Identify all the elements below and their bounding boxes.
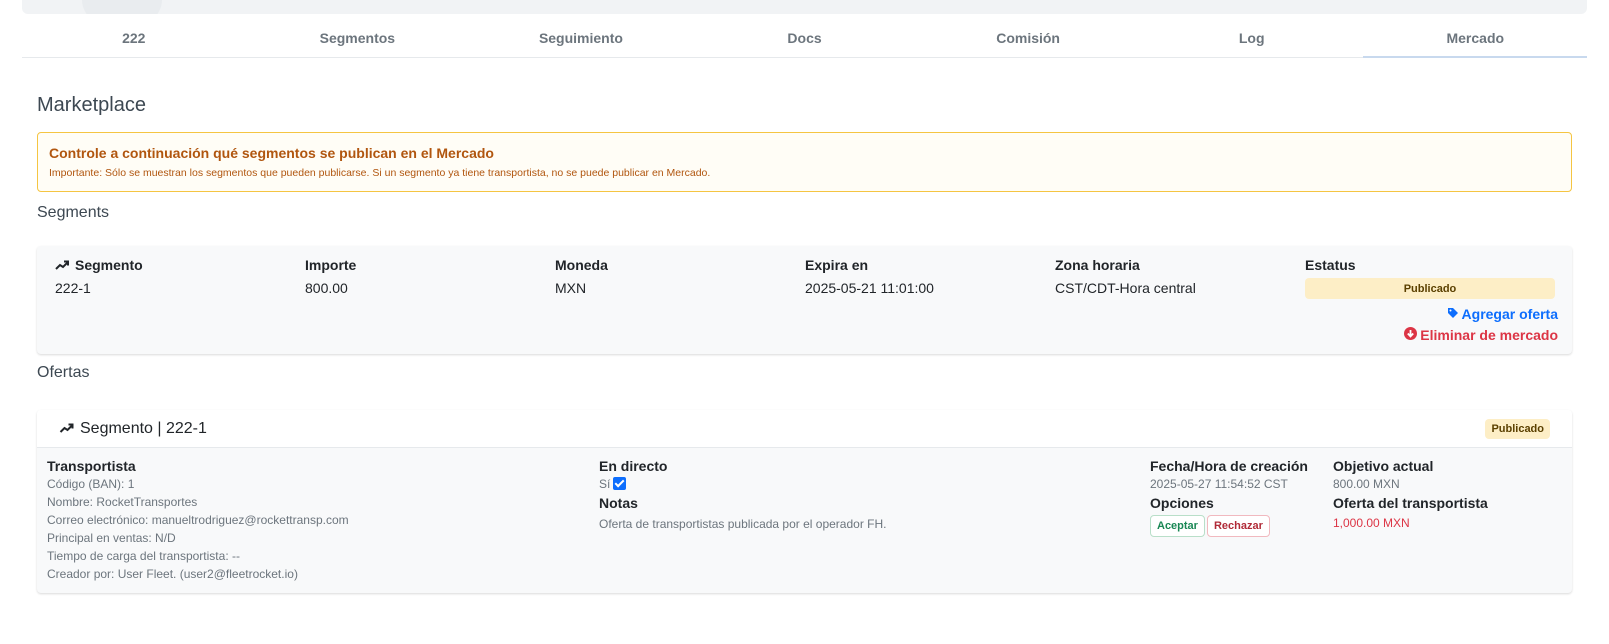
en-directo-block: En directo Sí Notas Oferta de transporti… (599, 458, 886, 533)
fecha-block: Fecha/Hora de creación 2025-05-27 11:54:… (1150, 458, 1308, 537)
moneda-value: MXN (555, 280, 587, 296)
zona-header: Zona horaria (1055, 257, 1140, 273)
transportista-block: Transportista Código (BAN): 1 Nombre: Ro… (47, 458, 349, 583)
objetivo-label: Objetivo actual (1333, 458, 1434, 474)
moneda-header: Moneda (555, 257, 608, 273)
status-badge: Publicado (1305, 278, 1555, 299)
segmento-column: Segmento 222-1 (55, 256, 305, 299)
tab-bar: 222 Segmentos Seguimiento Docs Comisión … (22, 24, 1587, 58)
segmento-header-label: Segmento (75, 257, 143, 273)
tab-comision[interactable]: Comisión (916, 24, 1140, 57)
expira-header: Expira en (805, 257, 869, 273)
tab-mercado[interactable]: Mercado (1363, 24, 1587, 58)
oferta-value: 1,000.00 MXN (1333, 516, 1410, 530)
carrier-load-time: Tiempo de carga del transportista: -- (47, 549, 240, 563)
segmento-header: Segmento (55, 256, 305, 274)
offer-card: Segmento | 222-1 Publicado Transportista… (37, 410, 1572, 593)
tab-docs[interactable]: Docs (693, 24, 917, 57)
importe-value: 800.00 (305, 280, 348, 296)
segments-card: Segmento 222-1 Importe 800.00 Moneda MXN… (37, 246, 1572, 354)
en-directo-value: Sí (599, 475, 886, 493)
tab-segmentos[interactable]: Segmentos (246, 24, 470, 57)
en-directo-text: Sí (599, 477, 611, 491)
zona-column: Zona horaria CST/CDT-Hora central (1055, 256, 1305, 299)
carrier-name: Nombre: RocketTransportes (47, 495, 198, 509)
notas-label: Notas (599, 495, 638, 511)
remove-from-market-label: Eliminar de mercado (1420, 327, 1558, 343)
trending-up-icon (59, 420, 74, 438)
accept-button[interactable]: Aceptar (1150, 515, 1205, 537)
carrier-email: Correo electrónico: manueltrodriguez@roc… (47, 513, 349, 527)
remove-from-market-link[interactable]: Eliminar de mercado (1404, 327, 1558, 343)
tab-seguimiento[interactable]: Seguimiento (469, 24, 693, 57)
zona-value: CST/CDT-Hora central (1055, 280, 1196, 296)
offer-card-title-text: Segmento | 222-1 (80, 419, 207, 437)
tag-icon (1447, 306, 1459, 322)
segments-table: Segmento 222-1 Importe 800.00 Moneda MXN… (55, 256, 1555, 299)
arrow-circle-down-icon (1404, 327, 1418, 343)
tab-trip[interactable]: 222 (22, 24, 246, 57)
segments-section-label: Segments (37, 204, 110, 221)
fecha-value: 2025-05-27 11:54:52 CST (1150, 477, 1288, 491)
carrier-code: Código (BAN): 1 (47, 477, 135, 491)
alert-title: Controle a continuación qué segmentos se… (49, 145, 494, 161)
offers-section-label: Ofertas (37, 364, 90, 381)
offer-status-badge: Publicado (1485, 418, 1550, 439)
add-offer-label: Agregar oferta (1461, 306, 1558, 322)
tab-log[interactable]: Log (1140, 24, 1364, 57)
carrier-sales-lead: Principal en ventas: N/D (47, 531, 176, 545)
page-title: Marketplace (37, 94, 146, 116)
expira-column: Expira en 2025-05-21 11:01:00 (805, 256, 1055, 299)
importe-column: Importe 800.00 (305, 256, 555, 299)
checkbox-checked-icon[interactable] (613, 477, 627, 490)
objetivo-block: Objetivo actual 800.00 MXN Oferta del tr… (1333, 458, 1488, 532)
moneda-column: Moneda MXN (555, 256, 805, 299)
objetivo-value: 800.00 MXN (1333, 477, 1400, 491)
en-directo-label: En directo (599, 458, 668, 474)
decorative-shape (82, 0, 162, 14)
expira-value: 2025-05-21 11:01:00 (805, 280, 934, 296)
carrier-created-by: Creador por: User Fleet. (user2@fleetroc… (47, 567, 298, 581)
warning-alert: Controle a continuación qué segmentos se… (37, 132, 1572, 192)
offer-card-body: Transportista Código (BAN): 1 Nombre: Ro… (37, 448, 1572, 593)
offer-card-title: Segmento | 222-1 (59, 420, 207, 438)
opciones-label: Opciones (1150, 495, 1214, 511)
estatus-column: Estatus Publicado (1305, 256, 1555, 299)
alert-subtitle: Importante: Sólo se muestran los segment… (49, 167, 711, 179)
oferta-label: Oferta del transportista (1333, 495, 1488, 511)
importe-header: Importe (305, 257, 357, 273)
segmento-value: 222-1 (55, 280, 91, 296)
estatus-header: Estatus (1305, 257, 1356, 273)
add-offer-link[interactable]: Agregar oferta (1447, 306, 1558, 322)
transportista-label: Transportista (47, 458, 136, 474)
opciones-buttons: Aceptar Rechazar (1150, 512, 1308, 537)
top-header-bar (22, 0, 1587, 14)
notas-value: Oferta de transportistas publicada por e… (599, 517, 887, 531)
reject-button[interactable]: Rechazar (1206, 515, 1270, 537)
offer-card-header: Segmento | 222-1 Publicado (37, 410, 1572, 448)
trending-up-icon (55, 260, 69, 270)
fecha-label: Fecha/Hora de creación (1150, 458, 1308, 474)
